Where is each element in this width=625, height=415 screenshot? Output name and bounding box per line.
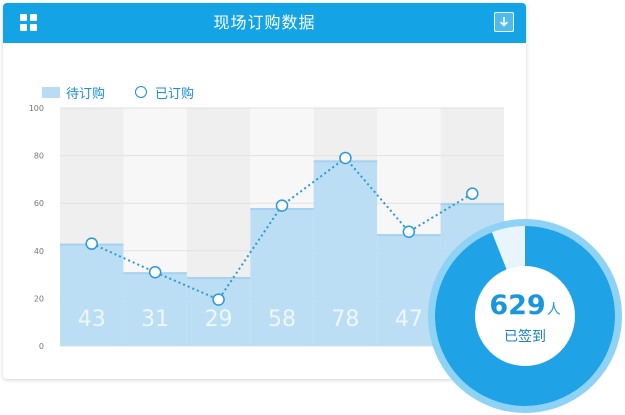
checkin-badge-text: 629人 已签到 [477,268,573,364]
checkin-label: 已签到 [504,329,546,345]
y-tick-label: 0 [39,342,44,351]
y-tick-label: 40 [34,247,44,256]
checkin-count: 629人 [489,290,561,321]
line-point[interactable] [339,151,352,165]
y-tick-label: 100 [29,104,44,113]
line-point[interactable] [148,265,162,279]
bar-value-label: 58 [268,307,296,332]
bar-value-label: 43 [78,307,106,332]
line-point[interactable] [212,293,225,306]
bar-value-label: 29 [205,307,233,332]
line-point[interactable] [85,237,98,250]
bar-value-label: 78 [331,307,359,332]
y-tick-label: 80 [34,152,44,161]
line-point[interactable] [275,199,289,212]
y-tick-label: 60 [34,199,44,208]
line-point[interactable] [466,187,479,200]
y-tick-label: 20 [34,294,44,303]
line-point[interactable] [402,225,416,239]
bar-value-label: 47 [395,307,423,332]
bar-value-label: 31 [141,307,169,332]
